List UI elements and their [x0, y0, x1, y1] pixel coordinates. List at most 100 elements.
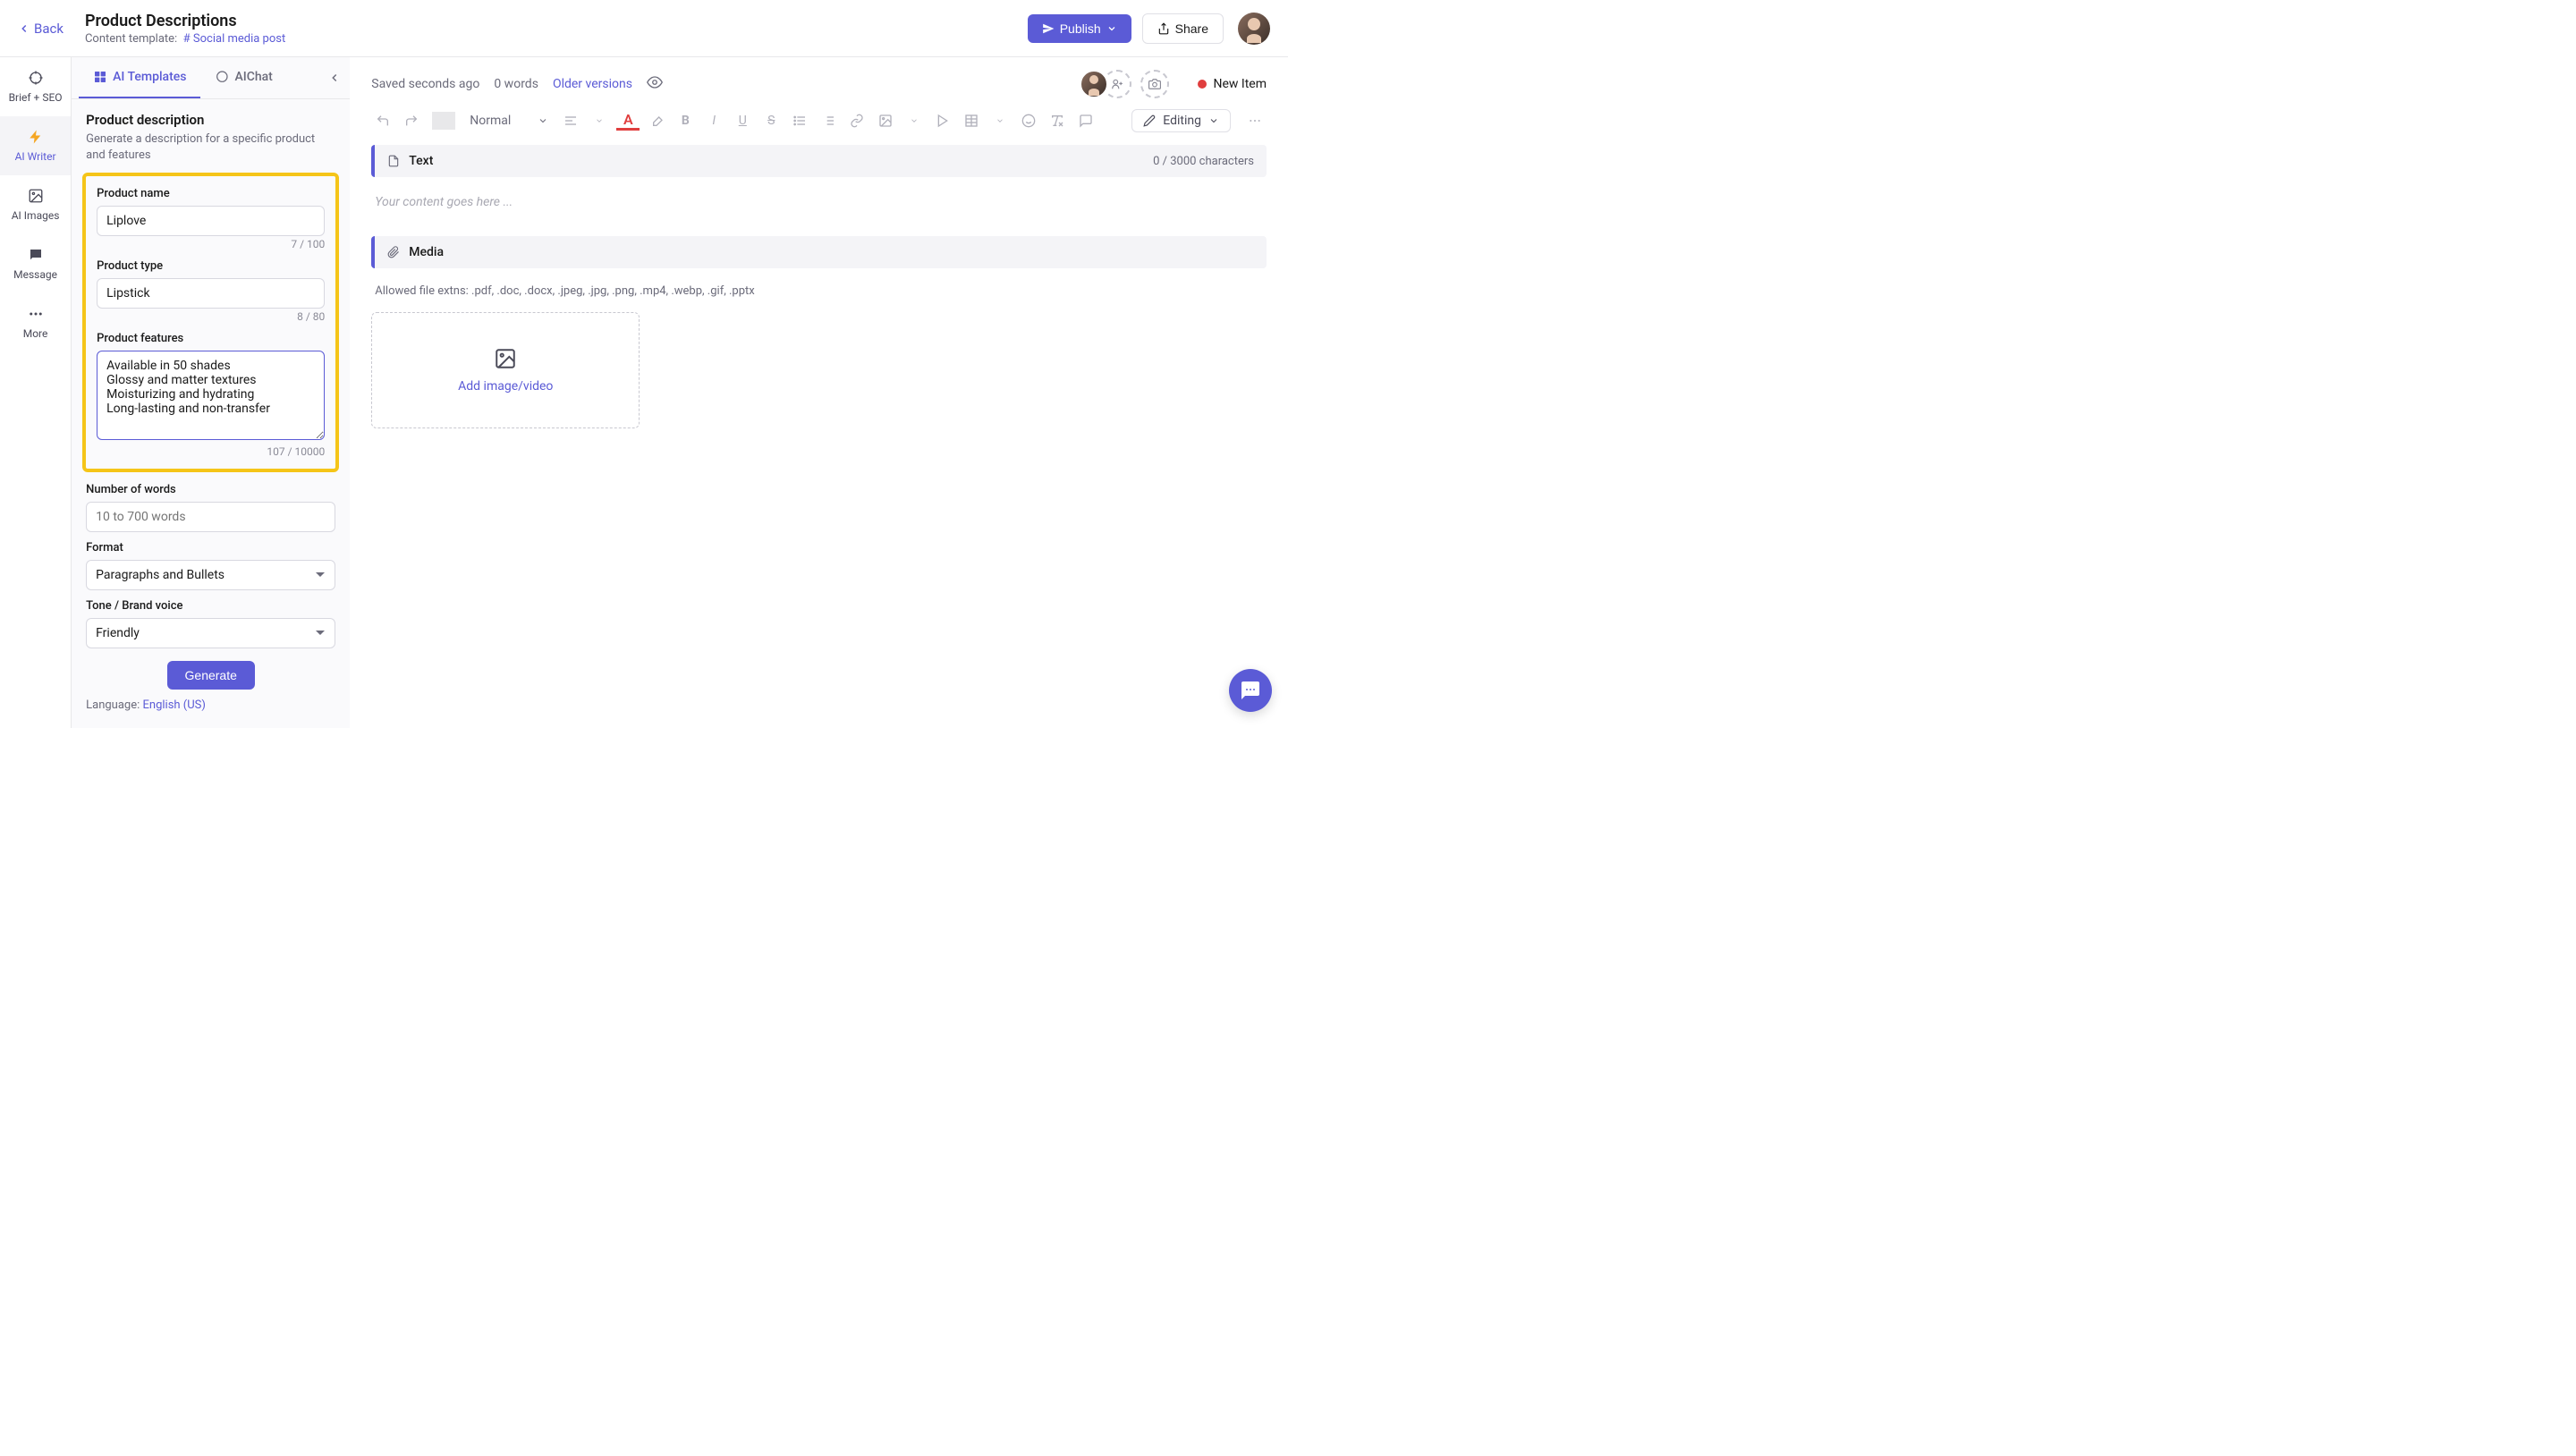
publish-label: Publish [1060, 21, 1101, 36]
share-icon [1157, 22, 1170, 35]
publish-button[interactable]: Publish [1028, 14, 1131, 43]
back-button[interactable]: Back [18, 21, 64, 37]
input-num-words[interactable] [86, 502, 335, 532]
back-label: Back [34, 21, 64, 37]
numbered-list-button[interactable] [817, 109, 840, 132]
clear-format-button[interactable] [1046, 109, 1069, 132]
chevron-down-icon [595, 116, 604, 125]
select-tone[interactable]: Friendly [86, 618, 335, 648]
template-link[interactable]: Social media post [193, 32, 285, 46]
editing-mode-select[interactable]: Editing [1131, 109, 1231, 132]
attachment-icon [387, 246, 400, 258]
table-icon [964, 114, 979, 128]
page-title: Product Descriptions [85, 12, 285, 30]
input-product-features[interactable] [97, 351, 325, 440]
highlight-button[interactable] [645, 109, 668, 132]
title-block: Product Descriptions Content template: #… [85, 12, 285, 46]
editing-label: Editing [1163, 114, 1201, 128]
text-color-button[interactable]: A [616, 111, 640, 131]
older-versions-link[interactable]: Older versions [553, 77, 632, 91]
text-block-header[interactable]: Text 0 / 3000 characters [371, 145, 1267, 177]
template-label: Content template: [85, 32, 177, 46]
user-avatar[interactable] [1238, 13, 1270, 45]
dots-icon [28, 306, 44, 322]
input-product-name[interactable] [97, 206, 325, 236]
user-plus-icon [1111, 78, 1123, 90]
italic-button[interactable]: I [702, 109, 725, 132]
nav-ai-images[interactable]: AI Images [0, 175, 71, 234]
align-left-icon [564, 114, 578, 128]
bold-button[interactable]: B [674, 109, 697, 132]
side-nav: Brief + SEO AI Writer AI Images Message … [0, 57, 72, 728]
count-product-features: 107 / 10000 [97, 445, 325, 458]
share-button[interactable]: Share [1142, 13, 1224, 44]
emoji-button[interactable] [1017, 109, 1040, 132]
lang-link[interactable]: English (US) [143, 698, 206, 712]
status-label: New Item [1214, 77, 1267, 91]
document-icon [387, 155, 400, 167]
comment-button[interactable] [1074, 109, 1097, 132]
ai-panel: AI Templates AIChat Product description … [72, 57, 350, 728]
video-button[interactable] [931, 109, 954, 132]
grid-icon [93, 70, 107, 84]
align-button[interactable] [559, 109, 582, 132]
media-block-header[interactable]: Media [371, 236, 1267, 268]
form-highlight: Product name 7 / 100 Product type 8 / 80… [82, 173, 339, 472]
media-dropzone[interactable]: Add image/video [371, 312, 640, 428]
add-media-link[interactable]: Add image/video [458, 379, 553, 394]
chevron-left-icon [328, 72, 341, 84]
visibility-button[interactable] [647, 74, 663, 94]
label-product-name: Product name [97, 187, 325, 200]
heading-label: Normal [470, 114, 511, 128]
count-product-type: 8 / 80 [97, 310, 325, 323]
redo-icon [404, 114, 419, 128]
link-button[interactable] [845, 109, 869, 132]
chevron-down-icon [910, 116, 919, 125]
editor-content-area[interactable]: Your content goes here ... [371, 186, 1267, 236]
select-format[interactable]: Paragraphs and Bullets [86, 560, 335, 590]
nav-message[interactable]: Message [0, 234, 71, 293]
collaborator-placeholder[interactable] [1140, 70, 1169, 98]
tab-chat-label: AIChat [234, 70, 272, 84]
list-icon [792, 114, 807, 128]
help-chat-button[interactable] [1229, 669, 1272, 712]
label-product-type: Product type [97, 259, 325, 273]
nav-brief-label: Brief + SEO [9, 91, 63, 104]
tab-ai-chat[interactable]: AIChat [200, 57, 286, 98]
insert-image-button[interactable] [874, 109, 897, 132]
input-product-type[interactable] [97, 278, 325, 309]
image-icon [878, 114, 893, 128]
panel-collapse-button[interactable] [325, 68, 344, 88]
nav-brief-seo[interactable]: Brief + SEO [0, 57, 71, 116]
nav-message-label: Message [13, 268, 57, 281]
collaborator-avatar[interactable] [1080, 70, 1108, 98]
emoji-icon [1021, 114, 1036, 128]
eye-icon [647, 74, 663, 90]
numbered-list-icon [821, 114, 835, 128]
heading-select[interactable]: Normal [464, 109, 554, 132]
image-dropdown[interactable] [902, 109, 926, 132]
underline-button[interactable]: U [731, 109, 754, 132]
highlight-icon [649, 114, 664, 128]
editor-toolbar: Normal A B I U S Editing [350, 104, 1288, 145]
strike-button[interactable]: S [759, 109, 783, 132]
table-button[interactable] [960, 109, 983, 132]
target-icon [28, 70, 44, 86]
undo-button[interactable] [371, 109, 394, 132]
tab-ai-templates[interactable]: AI Templates [79, 57, 200, 98]
more-button[interactable] [1243, 109, 1267, 132]
share-label: Share [1175, 21, 1208, 36]
nav-more[interactable]: More [0, 293, 71, 352]
chevron-down-icon [996, 116, 1004, 125]
bullet-list-button[interactable] [788, 109, 811, 132]
nav-ai-writer[interactable]: AI Writer [0, 116, 71, 175]
camera-icon [1148, 78, 1161, 90]
chevron-down-icon [538, 115, 548, 126]
table-dropdown[interactable] [988, 109, 1012, 132]
status-dot-icon [1198, 80, 1207, 89]
status-selector[interactable]: New Item [1198, 77, 1267, 91]
redo-button[interactable] [400, 109, 423, 132]
nav-more-label: More [23, 327, 48, 340]
generate-button[interactable]: Generate [167, 661, 255, 690]
align-dropdown[interactable] [588, 109, 611, 132]
